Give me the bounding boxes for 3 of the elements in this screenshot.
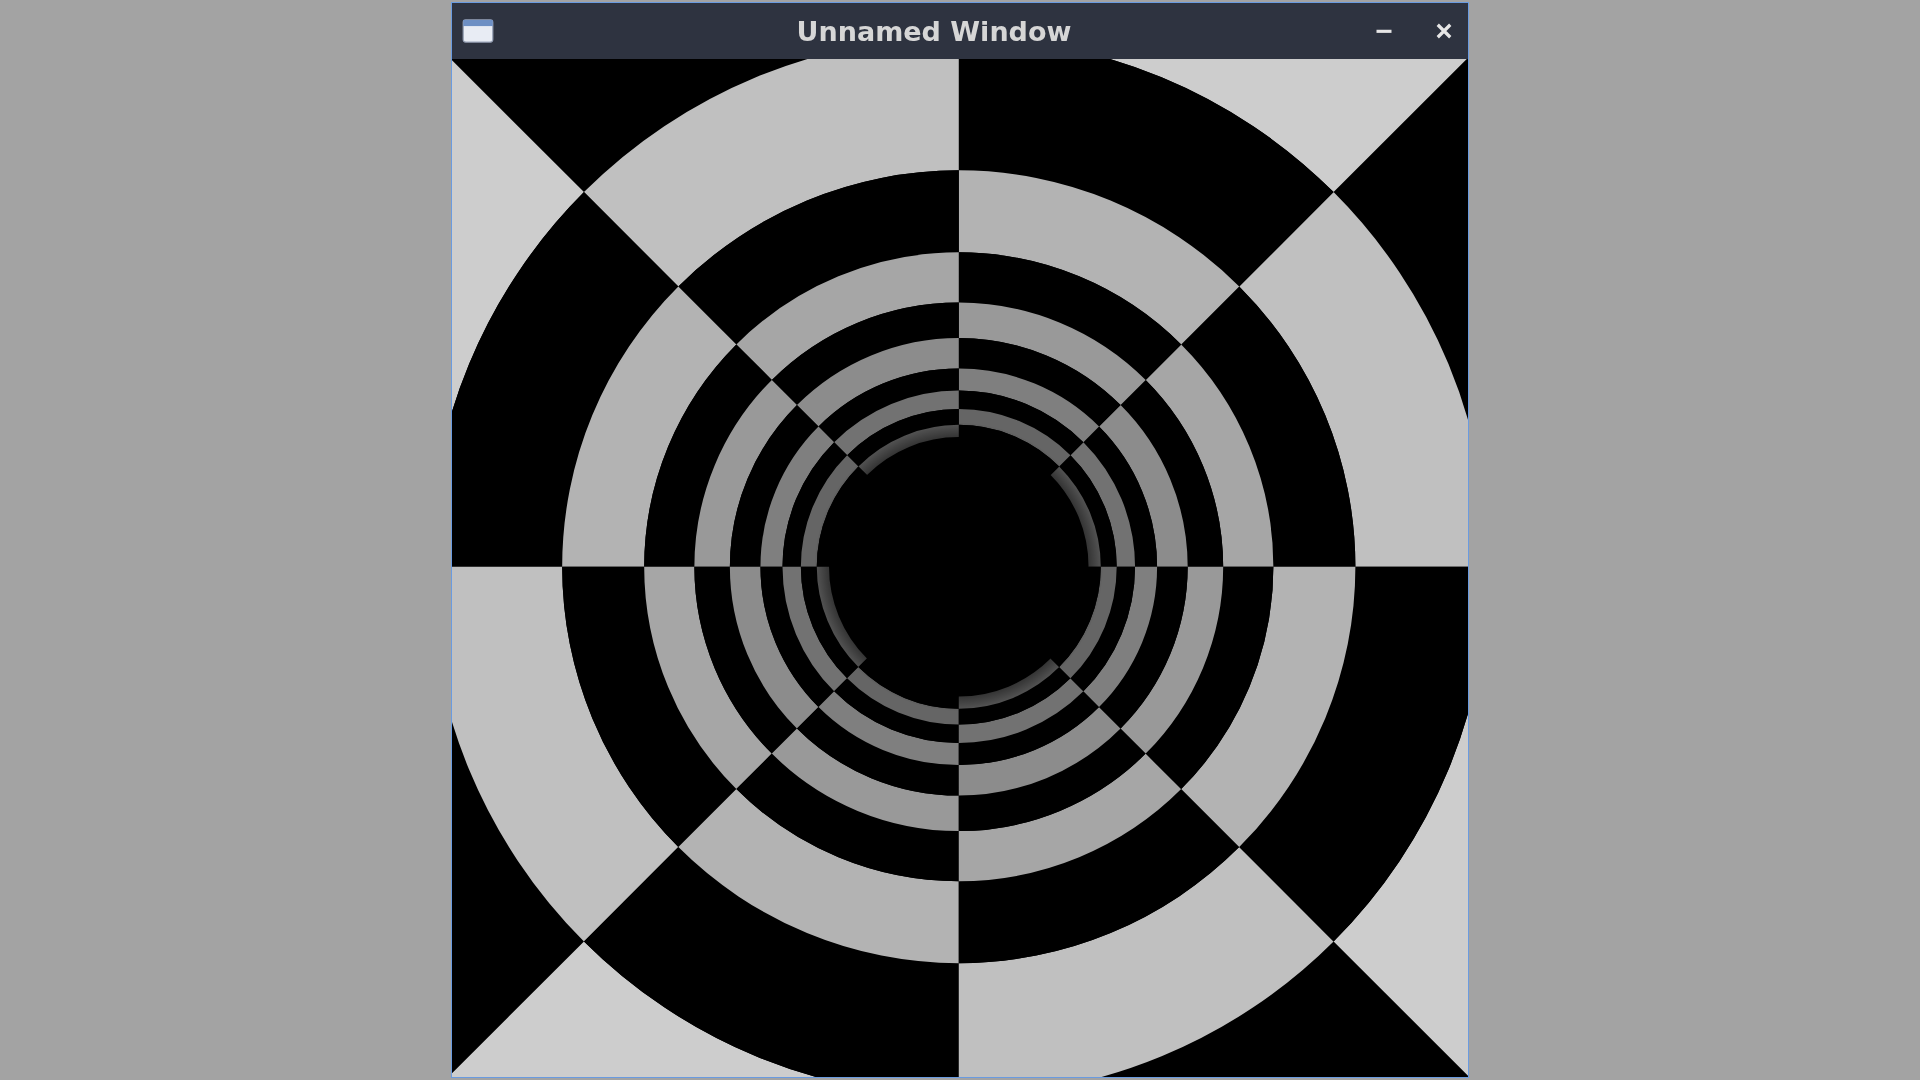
window-icon (462, 18, 494, 44)
window-title: Unnamed Window (795, 15, 1073, 47)
close-icon[interactable] (1434, 21, 1454, 41)
